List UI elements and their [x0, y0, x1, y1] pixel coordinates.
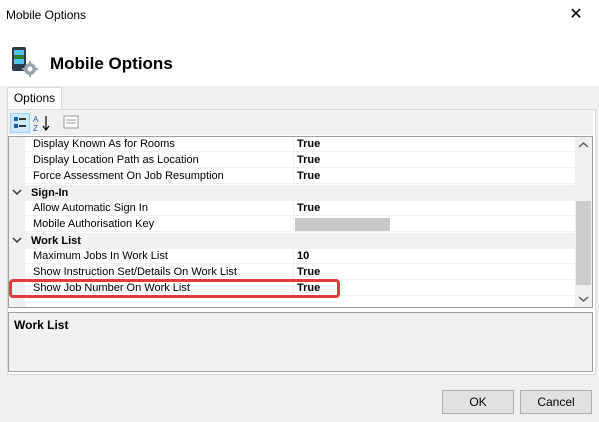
property-row[interactable]: Display Location Path as Location True	[9, 153, 575, 169]
property-name: Mobile Authorisation Key	[25, 217, 292, 232]
description-panel: Work List	[8, 312, 593, 372]
alphabetical-sort-icon[interactable]: A Z	[32, 113, 52, 133]
category-sign-in[interactable]: Sign-In	[9, 185, 575, 201]
cancel-button[interactable]: Cancel	[520, 390, 592, 414]
property-name: Maximum Jobs In Work List	[25, 249, 292, 264]
property-value[interactable]	[293, 217, 575, 232]
title-bar: Mobile Options ✕	[0, 0, 599, 31]
empty-row	[9, 297, 575, 307]
property-row[interactable]: Maximum Jobs In Work List 10	[9, 249, 575, 265]
property-value[interactable]: True	[293, 265, 575, 280]
property-name: Allow Automatic Sign In	[25, 201, 292, 216]
description-title: Work List	[14, 318, 69, 332]
property-name: Display Known As for Rooms	[25, 137, 292, 152]
property-value[interactable]: True	[293, 169, 575, 184]
property-value[interactable]: True	[293, 153, 575, 168]
scrollbar-thumb[interactable]	[576, 201, 591, 285]
property-name: Force Assessment On Job Resumption	[25, 169, 292, 184]
scroll-up-icon[interactable]	[575, 137, 592, 154]
property-grid-toolbar: A Z	[8, 110, 593, 135]
property-value[interactable]: 10	[293, 249, 575, 264]
category-work-list[interactable]: Work List	[9, 233, 575, 249]
redacted-value	[295, 218, 390, 231]
scroll-down-icon[interactable]	[575, 290, 592, 307]
vertical-scrollbar[interactable]	[575, 137, 592, 307]
tab-options[interactable]: Options	[7, 87, 62, 110]
close-button[interactable]: ✕	[553, 0, 599, 31]
collapse-chevron-icon[interactable]	[12, 187, 22, 197]
dialog-title: Mobile Options	[50, 54, 173, 73]
collapse-chevron-icon[interactable]	[12, 235, 22, 245]
category-label: Sign-In	[31, 187, 69, 199]
property-name: Display Location Path as Location	[25, 153, 292, 168]
property-value[interactable]: True	[293, 201, 575, 216]
svg-text:Z: Z	[33, 124, 38, 133]
property-pages-icon[interactable]	[62, 113, 82, 133]
property-row[interactable]: Allow Automatic Sign In True	[9, 201, 575, 217]
mobile-settings-icon	[12, 47, 38, 77]
property-row[interactable]: Mobile Authorisation Key	[9, 217, 575, 233]
property-value[interactable]: True	[293, 137, 575, 152]
highlight-annotation	[9, 279, 340, 298]
categorized-icon[interactable]	[10, 113, 30, 133]
category-label: Work List	[31, 235, 81, 247]
ok-button[interactable]: OK	[442, 390, 514, 414]
window-title: Mobile Options	[6, 8, 87, 22]
svg-text:A: A	[33, 115, 39, 124]
property-row[interactable]: Force Assessment On Job Resumption True	[9, 169, 575, 185]
property-name: Show Instruction Set/Details On Work Lis…	[25, 265, 292, 280]
property-row[interactable]: Display Known As for Rooms True	[9, 137, 575, 153]
